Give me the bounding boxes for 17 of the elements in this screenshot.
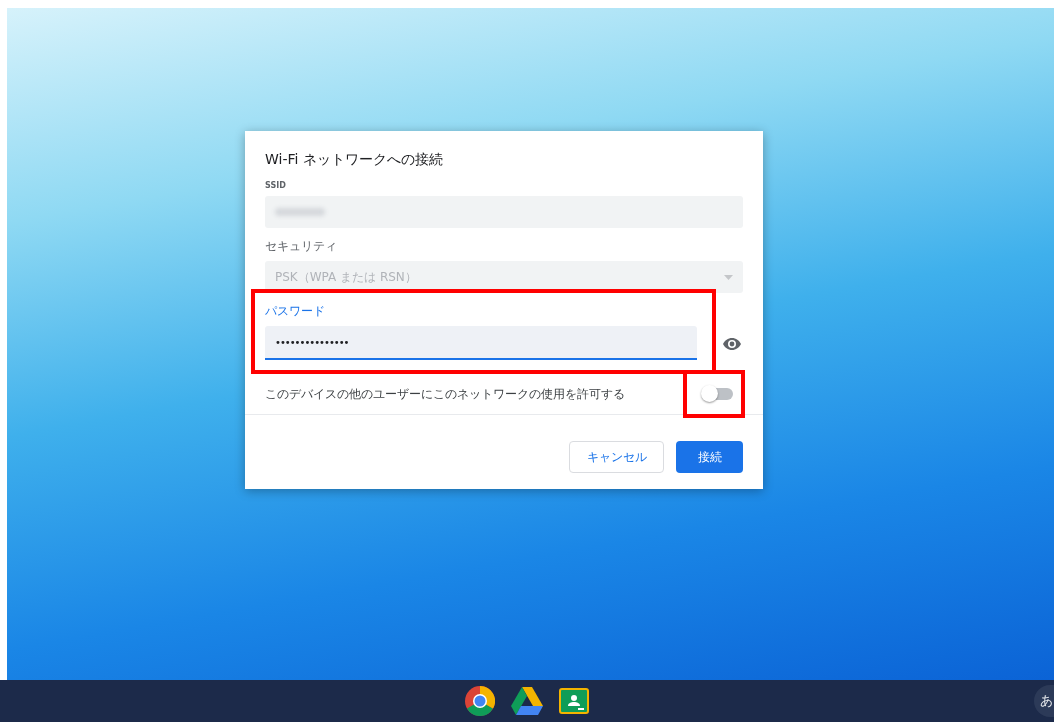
field-label: パスワード xyxy=(265,303,326,320)
toggle-label: このデバイスの他のユーザーにこのネットワークの使用を許可する xyxy=(265,385,625,403)
blurred-value xyxy=(275,208,325,216)
ssid-field[interactable] xyxy=(265,196,743,228)
cancel-button[interactable]: キャンセル xyxy=(569,441,664,473)
ime-indicator[interactable]: あ xyxy=(1034,685,1054,717)
classroom-icon[interactable] xyxy=(559,688,589,714)
field-label: SSID xyxy=(265,181,287,190)
connect-button[interactable]: 接続 xyxy=(676,441,743,473)
triangle-logo-icon[interactable] xyxy=(511,687,543,715)
eye-icon[interactable] xyxy=(723,338,741,350)
password-field[interactable]: ••••••••••••••• xyxy=(265,326,697,360)
dialog-title: Wi-Fi ネットワークへの接続 xyxy=(265,151,444,169)
chrome-icon[interactable] xyxy=(465,686,495,716)
field-label: セキュリティ xyxy=(265,238,338,255)
share-toggle[interactable] xyxy=(703,388,733,400)
caret-icon xyxy=(724,274,733,280)
